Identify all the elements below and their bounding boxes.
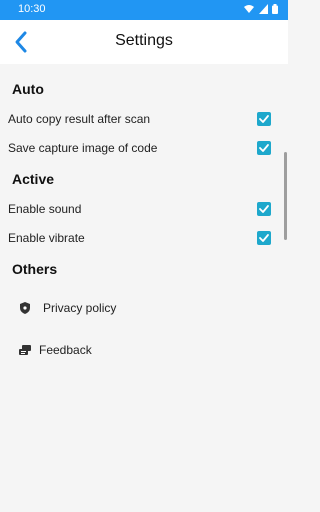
scrollbar[interactable]: [284, 152, 287, 240]
checkbox-checked-icon[interactable]: [257, 112, 271, 126]
checkbox-checked-icon[interactable]: [257, 141, 271, 155]
checkbox-checked-icon[interactable]: [257, 202, 271, 216]
feedback-label: Feedback: [39, 343, 92, 357]
feedback-link[interactable]: Feedback: [0, 335, 288, 365]
setting-enable-vibrate[interactable]: Enable vibrate: [0, 224, 288, 253]
setting-label: Enable sound: [8, 202, 82, 216]
setting-label: Auto copy result after scan: [8, 112, 151, 126]
status-icons: [243, 4, 278, 14]
status-bar: 10:30: [0, 0, 288, 20]
settings-content: Auto Auto copy result after scan Save ca…: [0, 64, 288, 512]
section-title-others: Others: [12, 261, 58, 277]
app-bar: Settings: [0, 20, 288, 64]
wifi-icon: [244, 5, 254, 13]
shield-icon: [20, 302, 30, 314]
battery-icon: [272, 4, 278, 14]
setting-label: Save capture image of code: [8, 141, 158, 155]
section-title-active: Active: [12, 171, 55, 187]
signal-icon: [259, 4, 268, 14]
setting-label: Enable vibrate: [8, 231, 85, 245]
feedback-icon: [19, 345, 31, 355]
setting-auto-copy[interactable]: Auto copy result after scan: [0, 105, 288, 134]
setting-enable-sound[interactable]: Enable sound: [0, 195, 288, 224]
section-title-auto: Auto: [12, 81, 44, 97]
checkbox-checked-icon[interactable]: [257, 231, 271, 245]
setting-save-capture[interactable]: Save capture image of code: [0, 134, 288, 163]
privacy-policy-link[interactable]: Privacy policy: [0, 293, 288, 323]
privacy-policy-label: Privacy policy: [43, 301, 117, 315]
page-title: Settings: [115, 32, 173, 49]
status-time: 10:30: [18, 3, 46, 15]
